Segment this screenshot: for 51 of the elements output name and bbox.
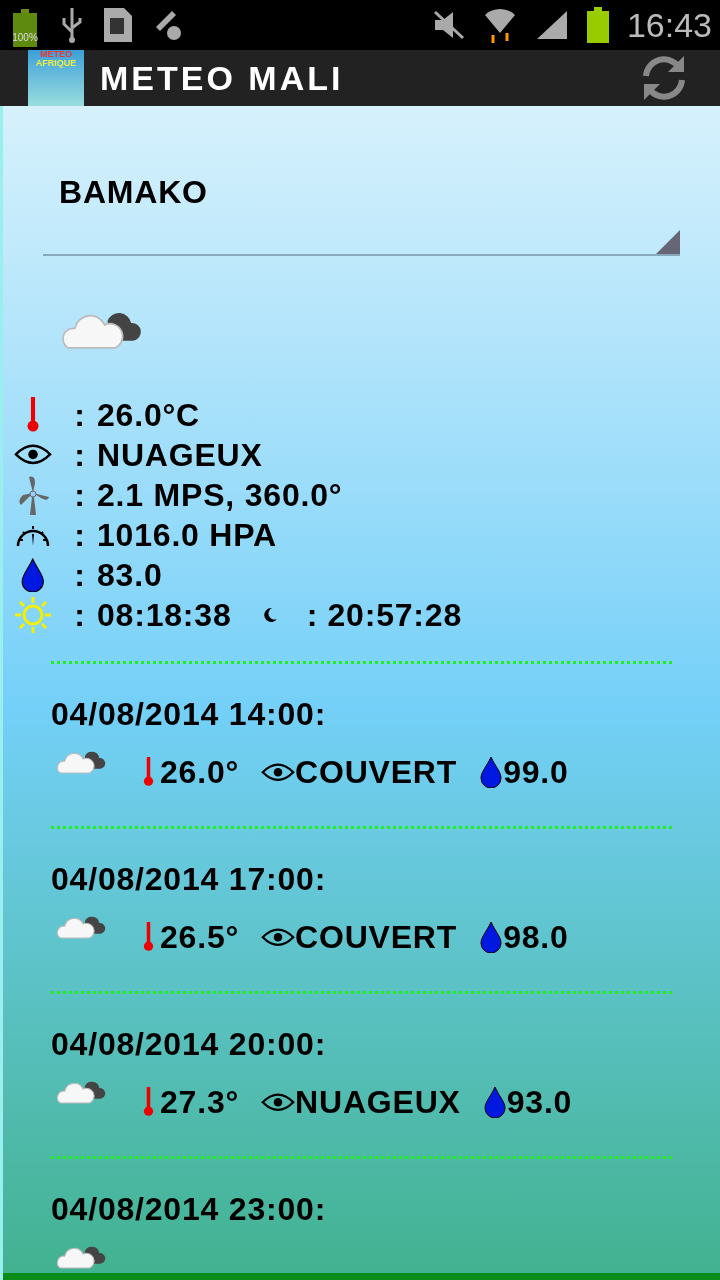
sun-value: 08:18:38 xyxy=(97,598,232,631)
humidity-value: 98.0 xyxy=(503,920,569,953)
dropdown-caret-icon xyxy=(656,230,680,254)
sim-card-icon xyxy=(102,6,134,44)
condition-value: COUVERT xyxy=(295,920,458,953)
water-drop-icon xyxy=(482,1085,507,1118)
logo-text: AFRIQUE xyxy=(35,59,77,68)
moon-icon xyxy=(261,606,278,623)
eye-icon xyxy=(14,443,52,467)
sun-icon xyxy=(14,595,52,634)
eye-icon xyxy=(261,926,296,947)
forecast-time: 04/08/2014 23:00: xyxy=(51,1192,328,1225)
humidity-value: 99.0 xyxy=(503,755,569,788)
thermometer-icon xyxy=(141,756,156,787)
condition-value: NUAGEUX xyxy=(97,438,263,471)
clock: 16:43 xyxy=(626,4,712,46)
usb-icon xyxy=(60,6,84,44)
water-drop-icon xyxy=(479,920,504,953)
colon: : xyxy=(73,518,87,551)
colon: : xyxy=(73,478,87,511)
eye-icon xyxy=(261,1091,296,1112)
colon: : xyxy=(305,598,320,631)
city-name: BAMAKO xyxy=(59,176,208,208)
pressure-value: 1016.0 HPA xyxy=(97,518,277,551)
colon: : xyxy=(73,598,87,631)
forecast-time: 04/08/2014 20:00: xyxy=(51,1027,328,1060)
condition-value: COUVERT xyxy=(295,755,458,788)
temperature-value: 27.3° xyxy=(160,1085,240,1118)
water-drop-icon xyxy=(479,755,504,788)
condition-value: NUAGEUX xyxy=(295,1085,461,1118)
thermometer-icon xyxy=(141,921,156,952)
logo-text: METEO xyxy=(40,50,72,59)
temperature-value: 26.0°C xyxy=(97,398,200,431)
app-title: METEO MALI xyxy=(100,57,344,99)
colon: : xyxy=(73,558,87,591)
forecast-time: 04/08/2014 14:00: xyxy=(51,697,328,730)
thermometer-icon xyxy=(141,1086,156,1117)
temperature-value: 26.0° xyxy=(160,755,240,788)
colon: : xyxy=(73,398,87,431)
city-dropdown[interactable]: BAMAKO xyxy=(43,176,680,256)
mute-icon xyxy=(432,10,465,40)
battery-icon xyxy=(586,7,609,43)
forecast-time: 04/08/2014 17:00: xyxy=(51,862,328,895)
eye-icon xyxy=(261,761,296,782)
humidity-value: 93.0 xyxy=(506,1085,573,1118)
temperature-value: 26.5° xyxy=(160,920,240,953)
humidity-value: 83.0 xyxy=(97,558,163,591)
wind-value: 2.1 MPS, 360.0° xyxy=(97,478,343,511)
colon: : xyxy=(73,438,87,471)
water-drop-icon xyxy=(20,557,46,592)
sunset-value: 20:57:28 xyxy=(327,598,462,631)
